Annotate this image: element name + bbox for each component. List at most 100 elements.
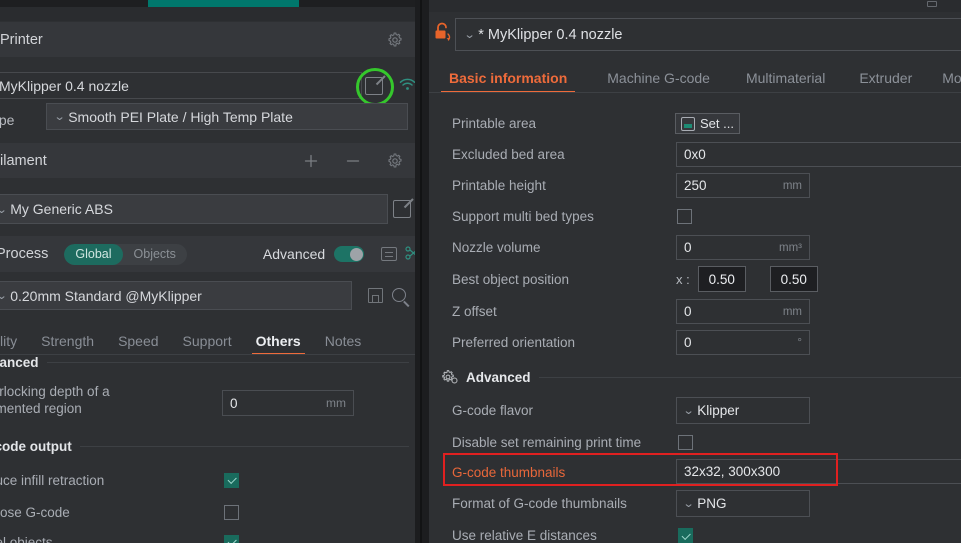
row-gcode-thumbnail-format-dropdown[interactable]: ⌄ PNG bbox=[676, 490, 810, 517]
row-gcode-flavor-value: Klipper bbox=[697, 403, 740, 418]
save-preset-icon[interactable] bbox=[368, 288, 383, 303]
row-interlocking-depth-unit: mm bbox=[326, 396, 346, 410]
row-gcode-flavor-dropdown[interactable]: ⌄ Klipper bbox=[676, 397, 810, 424]
row-interlocking-depth-value: 0 bbox=[230, 395, 238, 411]
row-gcode-thumbnails: G-code thumbnails 32x32, 300x300 bbox=[429, 457, 961, 488]
left-group-gcode-output-title: -code output bbox=[0, 439, 72, 454]
row-excluded-bed-area: Excluded bed area 0x0 bbox=[429, 139, 961, 170]
row-preferred-orientation: Preferred orientation 0 ° bbox=[429, 327, 961, 358]
preset-name-combobox[interactable]: ⌄ * MyKlipper 0.4 nozzle bbox=[455, 18, 961, 51]
panel-divider[interactable] bbox=[420, 0, 422, 543]
row-interlocking-depth-input[interactable]: 0 mm bbox=[222, 390, 354, 416]
process-preset-combobox[interactable]: ⌄ 0.20mm Standard @MyKlipper bbox=[0, 281, 352, 310]
tab-notes[interactable]: Notes bbox=[313, 333, 374, 355]
row-label-objects: bel objects bbox=[0, 532, 421, 543]
row-best-object-position: Best object position x : 0.50 0.50 bbox=[429, 264, 961, 295]
row-preferred-orientation-unit: ° bbox=[797, 336, 802, 349]
row-printable-height-value: 250 bbox=[684, 178, 707, 193]
row-printable-height-label: Printable height bbox=[452, 178, 546, 193]
tab-basic-information[interactable]: Basic information bbox=[437, 70, 579, 93]
process-section-header: Process Global Objects Advanced bbox=[0, 236, 421, 272]
filament-settings-gear-icon[interactable] bbox=[387, 152, 403, 169]
row-use-relative-e-distances: Use relative E distances bbox=[429, 520, 961, 543]
row-preferred-orientation-label: Preferred orientation bbox=[452, 335, 576, 350]
row-printable-area-label: Printable area bbox=[452, 116, 537, 131]
row-printable-height-unit: mm bbox=[782, 179, 802, 192]
segment-objects[interactable]: Objects bbox=[123, 244, 187, 265]
bed-type-value: Smooth PEI Plate / High Temp Plate bbox=[68, 108, 293, 125]
bed-type-label: type bbox=[0, 112, 15, 128]
printer-preset-row: MyKlipper 0.4 nozzle bbox=[0, 68, 421, 106]
unlocked-icon[interactable] bbox=[433, 20, 455, 46]
row-verbose-gcode-checkbox[interactable] bbox=[224, 504, 239, 520]
row-excluded-bed-area-label: Excluded bed area bbox=[452, 147, 565, 162]
row-disable-remaining-print-time-checkbox[interactable] bbox=[678, 435, 693, 450]
bed-type-combobox[interactable]: ⌄ Smooth PEI Plate / High Temp Plate bbox=[46, 103, 408, 130]
dialog-tabs: Basic information Machine G-code Multima… bbox=[437, 63, 961, 93]
tab-quality[interactable]: lity bbox=[0, 333, 29, 355]
annotation-green-circle bbox=[356, 68, 394, 106]
left-settings-panel: Printer MyKlipper 0.4 nozzle type ⌄ S bbox=[0, 0, 421, 543]
row-use-relative-e-distances-checkbox[interactable] bbox=[678, 528, 693, 543]
left-group-gcode-output: -code output bbox=[0, 439, 421, 454]
bed-cube-icon bbox=[681, 116, 695, 131]
left-group-advanced: vanced bbox=[0, 355, 421, 370]
printer-settings-dialog: ⌄ * MyKlipper 0.4 nozzle Basic informati… bbox=[429, 0, 961, 543]
best-object-position-inputs: x : 0.50 0.50 bbox=[676, 266, 818, 292]
row-preferred-orientation-input[interactable]: 0 ° bbox=[676, 330, 810, 355]
process-preset-value: 0.20mm Standard @MyKlipper bbox=[10, 287, 202, 304]
preset-name-value: * MyKlipper 0.4 nozzle bbox=[478, 26, 623, 43]
row-gcode-thumbnails-input[interactable]: 32x32, 300x300 bbox=[676, 459, 961, 484]
filament-section-title: ilament bbox=[0, 152, 47, 169]
group-divider-line bbox=[538, 376, 961, 378]
tab-support[interactable]: Support bbox=[171, 333, 244, 355]
filament-section-header: ilament bbox=[0, 143, 421, 178]
printer-settings-gear-icon[interactable] bbox=[387, 31, 403, 48]
segment-global[interactable]: Global bbox=[64, 243, 123, 265]
row-excluded-bed-area-input[interactable]: 0x0 bbox=[676, 142, 961, 167]
tab-machine-gcode[interactable]: Machine G-code bbox=[579, 70, 722, 93]
row-label-objects-label: bel objects bbox=[0, 534, 53, 543]
row-verbose-gcode: rbose G-code bbox=[0, 502, 421, 522]
chevron-down-icon: ⌄ bbox=[463, 29, 476, 41]
tab-motion[interactable]: Mot bbox=[924, 70, 961, 93]
row-nozzle-volume-input[interactable]: 0 mm³ bbox=[676, 235, 810, 260]
parameter-list-icon[interactable] bbox=[381, 247, 398, 261]
tab-others[interactable]: Others bbox=[244, 333, 313, 355]
row-z-offset: Z offset 0 mm bbox=[429, 296, 961, 327]
row-best-object-position-label: Best object position bbox=[452, 272, 570, 287]
chevron-down-icon: ⌄ bbox=[53, 111, 66, 123]
best-object-position-x-input[interactable]: 0.50 bbox=[697, 266, 746, 292]
row-support-multi-bed-types: Support multi bed types bbox=[429, 201, 961, 232]
row-printable-height-input[interactable]: 250 mm bbox=[676, 173, 810, 198]
bed-type-row: type ⌄ Smooth PEI Plate / High Temp Plat… bbox=[0, 103, 421, 137]
search-icon[interactable] bbox=[392, 288, 406, 302]
row-nozzle-volume: Nozzle volume 0 mm³ bbox=[429, 232, 961, 263]
row-z-offset-label: Z offset bbox=[452, 304, 497, 319]
printable-area-set-button[interactable]: Set ... bbox=[675, 113, 740, 134]
tab-multimaterial[interactable]: Multimaterial bbox=[722, 70, 837, 93]
best-object-position-y-input[interactable]: 0.50 bbox=[769, 266, 818, 292]
chevron-down-icon: ⌄ bbox=[682, 405, 695, 417]
row-label-objects-checkbox[interactable] bbox=[224, 534, 239, 543]
row-z-offset-input[interactable]: 0 mm bbox=[676, 299, 810, 324]
tab-strength[interactable]: Strength bbox=[29, 333, 106, 355]
advanced-group-header: Advanced bbox=[441, 369, 961, 385]
tab-speed[interactable]: Speed bbox=[106, 333, 170, 355]
filament-add-icon[interactable] bbox=[303, 153, 319, 169]
filament-remove-icon[interactable] bbox=[345, 153, 361, 169]
window-control-icon[interactable] bbox=[927, 1, 937, 7]
row-support-multi-bed-types-checkbox[interactable] bbox=[677, 209, 692, 224]
filament-preset-combobox[interactable]: ⌄ My Generic ABS bbox=[0, 194, 388, 224]
printer-section-header: Printer bbox=[0, 22, 421, 57]
printer-preset-combobox[interactable]: MyKlipper 0.4 nozzle bbox=[0, 72, 362, 99]
dialog-topbar bbox=[429, 0, 961, 12]
row-support-multi-bed-types-label: Support multi bed types bbox=[452, 209, 594, 224]
tab-extruder[interactable]: Extruder bbox=[837, 70, 924, 93]
gear-icon bbox=[441, 369, 458, 385]
filament-edit-icon[interactable] bbox=[393, 200, 411, 218]
printer-section-title: Printer bbox=[0, 31, 43, 48]
row-reduce-infill-retraction-checkbox[interactable] bbox=[224, 472, 239, 488]
process-scope-segmented-control[interactable]: Global Objects bbox=[64, 243, 187, 265]
advanced-toggle[interactable] bbox=[334, 246, 365, 262]
